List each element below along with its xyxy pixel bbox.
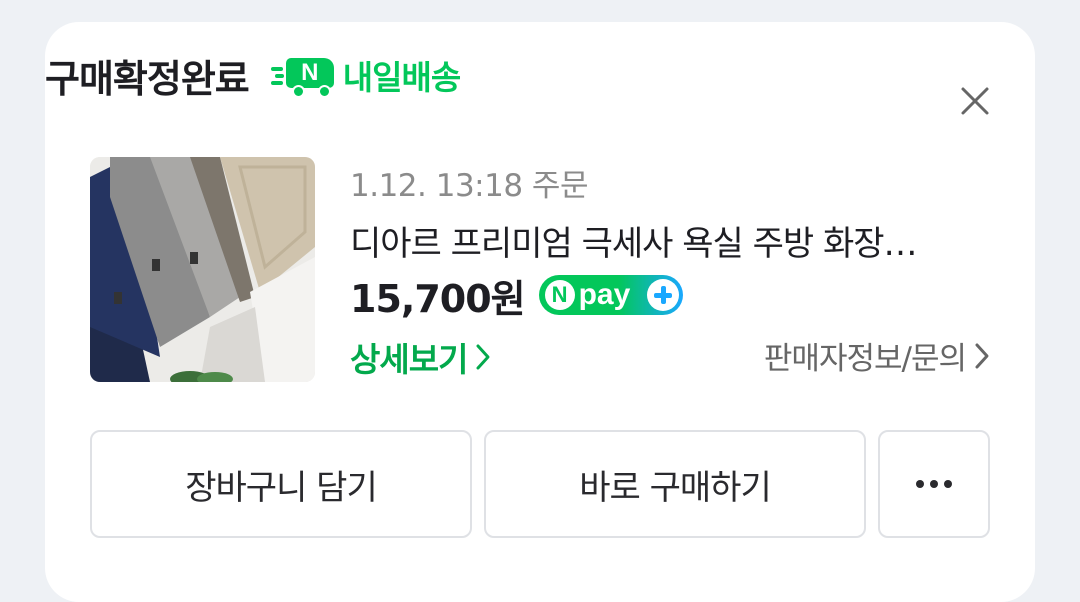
npay-plus-badge: N pay	[538, 275, 683, 315]
seller-info-label: 판매자정보/문의	[763, 341, 967, 377]
plus-icon	[646, 279, 679, 311]
add-to-cart-label: 장바구니 담기	[185, 467, 377, 508]
delivery-badge: N 내일배송	[270, 51, 461, 99]
add-to-cart-button[interactable]: 장바구니 담기	[90, 430, 472, 538]
buy-now-label: 바로 구매하기	[579, 467, 771, 508]
seller-info-link[interactable]: 판매자정보/문의	[764, 333, 990, 378]
close-icon[interactable]	[958, 84, 992, 118]
product-thumbnail[interactable]	[90, 157, 315, 382]
order-date: 1.12. 13:18 주문	[350, 168, 588, 204]
chevron-right-icon	[975, 343, 989, 368]
truck-letter: N	[285, 58, 334, 88]
npay-text: pay	[578, 278, 631, 311]
buy-now-button[interactable]: 바로 구매하기	[484, 430, 866, 538]
view-details-link[interactable]: 상세보기	[350, 333, 491, 381]
product-price: 15,700원	[350, 276, 526, 321]
price-row: 15,700원 N pay	[350, 270, 683, 321]
npay-n-logo: N	[544, 280, 575, 310]
chevron-right-icon	[476, 344, 490, 370]
view-details-label: 상세보기	[350, 340, 468, 379]
product-name[interactable]: 디아르 프리미엄 극세사 욕실 주방 화장…	[350, 216, 990, 265]
order-header: 구매확정완료 N 내일배송	[45, 50, 461, 101]
more-options-button[interactable]	[878, 430, 990, 538]
more-dots-icon	[916, 480, 952, 488]
delivery-label: 내일배송	[342, 58, 461, 97]
order-status-title: 구매확정완료	[45, 56, 250, 101]
delivery-truck-icon: N	[270, 56, 337, 98]
